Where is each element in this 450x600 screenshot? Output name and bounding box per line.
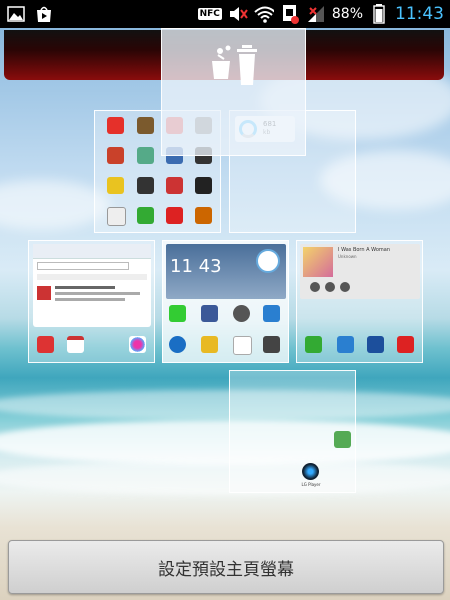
line-app-icon — [169, 305, 186, 322]
alarm-icon — [37, 336, 54, 353]
email-icon — [201, 336, 218, 353]
lg-player-label: LG Player — [301, 482, 321, 487]
gallery-icon — [6, 4, 26, 24]
home-page-thumb-5[interactable]: I Was Born A Woman Unknown — [296, 240, 423, 363]
home-page-thumb-4[interactable]: 11 43 — [162, 240, 289, 363]
store-icon — [263, 305, 280, 322]
lg-player-icon — [302, 463, 319, 480]
home-page-thumb-3[interactable] — [28, 240, 155, 363]
music-artist: Unknown — [338, 254, 357, 259]
app-icon — [166, 207, 183, 224]
youtube-icon — [397, 336, 414, 353]
video-icon — [367, 336, 384, 353]
settings-icon — [233, 305, 250, 322]
nfc-icon: NFC — [197, 8, 222, 20]
battery-icon — [369, 4, 389, 24]
signal-icon — [306, 4, 326, 24]
album-art — [303, 247, 333, 277]
app-icon — [305, 336, 322, 353]
widget-clock: 11 43 — [170, 256, 222, 277]
app-icon — [334, 431, 351, 448]
set-default-home-button[interactable]: 設定預設主頁螢幕 — [8, 540, 444, 594]
app-icon — [137, 207, 154, 224]
play-store-app-icon — [233, 336, 252, 355]
play-store-icon — [34, 4, 54, 24]
app-icon — [137, 177, 154, 194]
battery-percent: 88% — [331, 6, 363, 22]
app-icon — [137, 117, 154, 134]
games-icon — [129, 336, 146, 353]
status-bar: NFC 88% 11:43 — [0, 0, 450, 28]
trash-drop-zone[interactable] — [161, 28, 306, 156]
home-icon — [256, 249, 280, 273]
facebook-icon — [201, 305, 218, 322]
status-clock: 11:43 — [395, 4, 444, 24]
wifi-icon — [254, 4, 274, 24]
camera-icon — [263, 336, 280, 353]
music-widget: I Was Born A Woman Unknown — [300, 244, 420, 299]
app-icon — [107, 117, 124, 134]
mute-icon — [228, 4, 248, 24]
app-icon — [195, 207, 212, 224]
sim-icon — [280, 4, 300, 24]
app-icon — [107, 177, 124, 194]
app-icon — [337, 336, 354, 353]
app-icon — [107, 207, 126, 226]
trash-icon — [212, 45, 257, 85]
clock-weather-widget: 11 43 — [166, 244, 286, 299]
app-icon — [137, 147, 154, 164]
app-icon — [166, 177, 183, 194]
app-icon — [195, 177, 212, 194]
music-title: I Was Born A Woman — [338, 247, 390, 253]
browser-icon — [169, 336, 186, 353]
social-widget — [33, 244, 151, 327]
app-icon — [107, 147, 124, 164]
calendar-icon — [67, 336, 84, 353]
home-page-thumb-6[interactable]: LG Player — [229, 370, 356, 493]
